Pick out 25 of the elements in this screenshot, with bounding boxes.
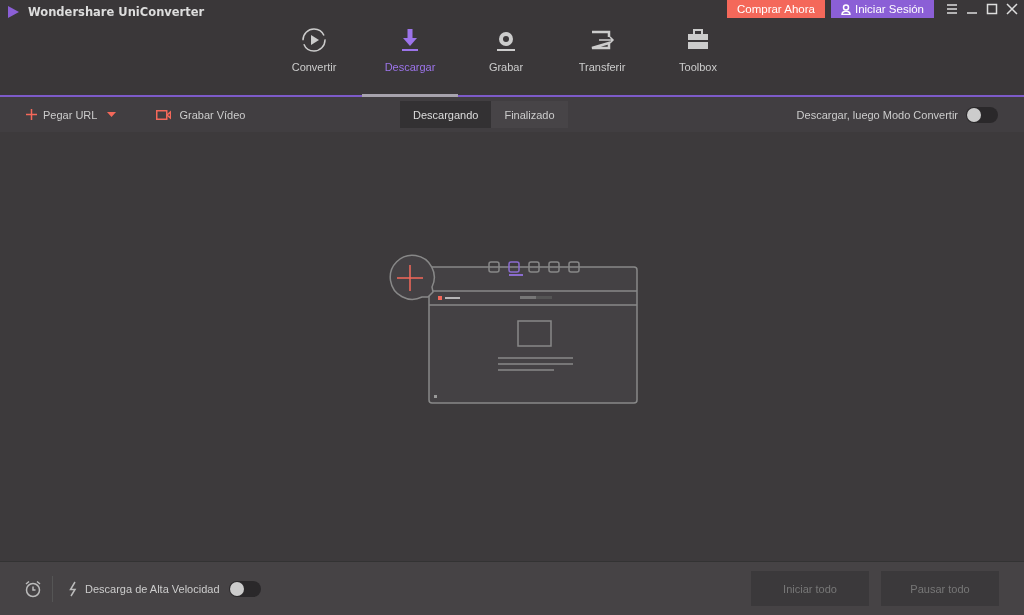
alarm-clock-icon	[24, 579, 42, 598]
close-icon[interactable]	[1006, 3, 1018, 15]
caret-icon	[107, 112, 117, 117]
toggle-label: Descargar, luego Modo Convertir	[796, 108, 958, 121]
lightning-icon	[69, 580, 77, 597]
nav-tab[interactable]: Toolbox	[652, 24, 744, 92]
menu-icon[interactable]	[946, 3, 958, 15]
window-title: Wondershare UniConverter	[28, 5, 205, 19]
maximize-icon[interactable]	[986, 3, 998, 15]
segment-tab[interactable]: Descargando	[400, 101, 492, 128]
nav-tab[interactable]: Convertir	[268, 24, 360, 92]
toggle-switch[interactable]	[966, 106, 998, 123]
toggle-switch[interactable]	[228, 580, 261, 597]
record-video-button[interactable]: Grabar Vídeo	[156, 108, 246, 121]
logo-play-icon	[6, 5, 20, 19]
sign-in-button[interactable]: Iniciar Sesión	[830, 0, 934, 18]
user-icon	[840, 3, 851, 15]
paste-url-button[interactable]: Pegar URL	[26, 108, 117, 121]
speed-toggle-label: Descarga de Alta Velocidad	[85, 582, 220, 595]
video-camera-icon	[156, 109, 172, 120]
plus-icon	[26, 109, 37, 120]
segment-tab[interactable]: Finalizado	[491, 101, 568, 128]
nav-tab[interactable]: Grabar	[460, 24, 552, 92]
cycle-play-icon	[301, 27, 327, 53]
nav-tab[interactable]: Transferir	[556, 24, 648, 92]
